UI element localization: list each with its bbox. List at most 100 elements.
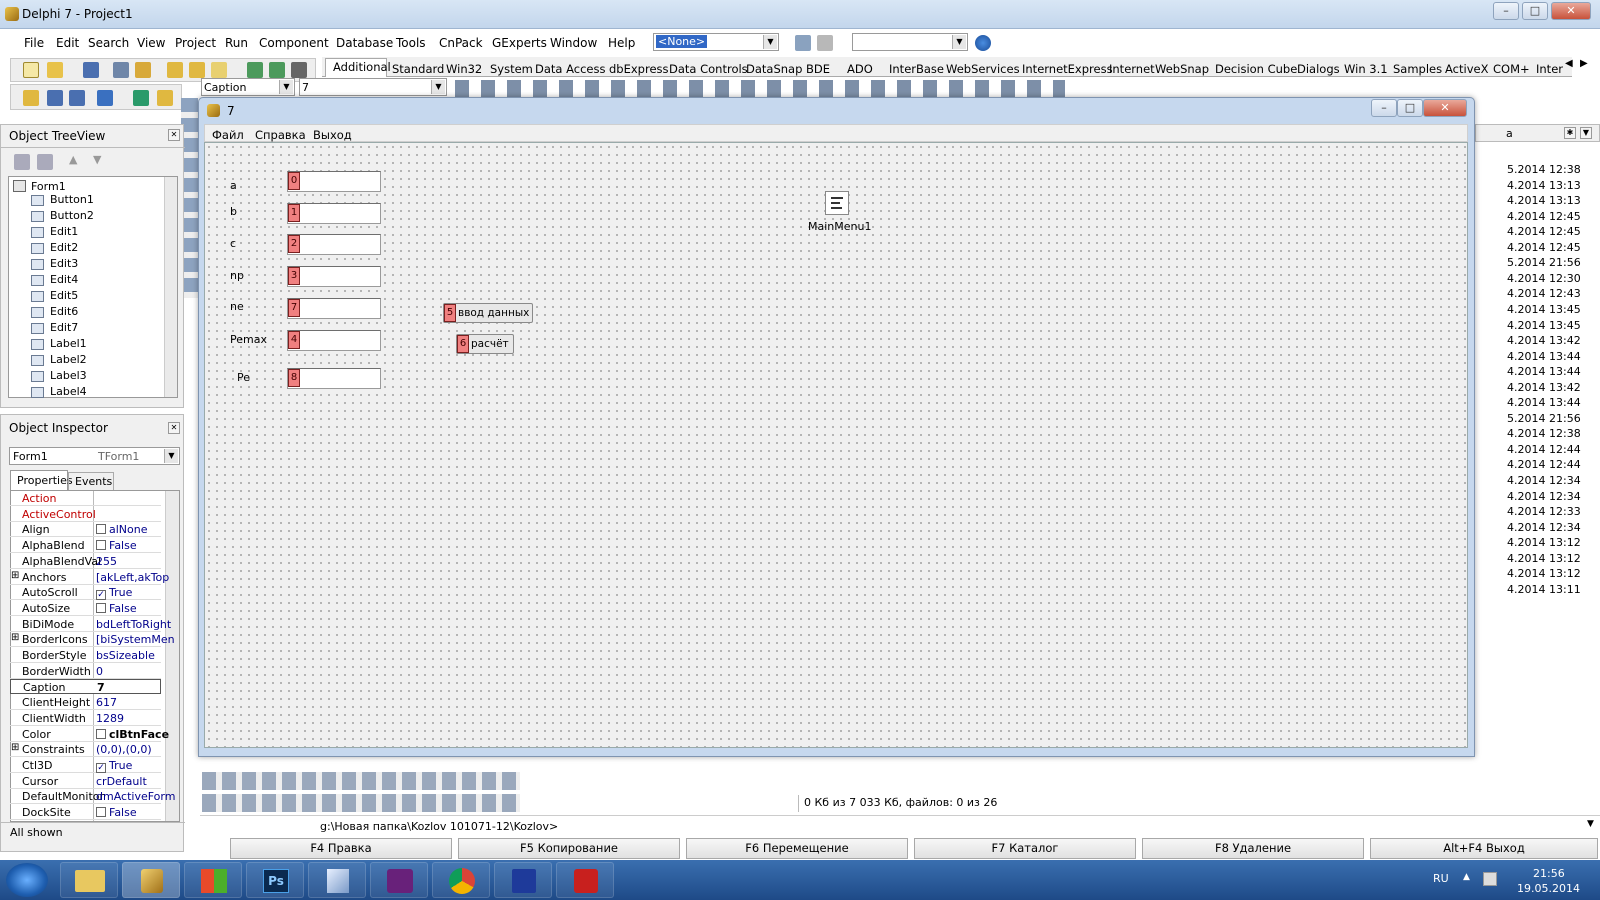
file-timestamp[interactable]: 4.2014 12:33: [1507, 505, 1581, 518]
tree-root-form1[interactable]: Form1: [31, 180, 66, 193]
property-value[interactable]: 0: [96, 665, 103, 678]
property-value[interactable]: False: [96, 539, 137, 552]
add-file-icon[interactable]: [167, 62, 183, 78]
open-project-icon[interactable]: [135, 62, 151, 78]
property-value[interactable]: bdLeftToRight: [96, 618, 171, 631]
taskbar-explorer-icon[interactable]: [60, 862, 118, 898]
run-icon[interactable]: [47, 90, 63, 106]
file-timestamp[interactable]: 5.2014 21:56: [1507, 256, 1581, 269]
property-row[interactable]: AutoSize False: [10, 601, 161, 616]
calculate-button[interactable]: 6 расчёт: [456, 334, 514, 354]
file-timestamp[interactable]: 4.2014 13:12: [1507, 552, 1581, 565]
set-debug-desktop-icon[interactable]: [817, 35, 833, 51]
globe-icon[interactable]: [975, 35, 991, 51]
checkbox-unchecked-icon[interactable]: [96, 602, 106, 613]
file-timestamp[interactable]: 4.2014 13:44: [1507, 365, 1581, 378]
checkbox-unchecked-icon[interactable]: [96, 807, 106, 817]
palette-tab-dbexpress[interactable]: dbExpress: [609, 62, 669, 76]
file-timestamp[interactable]: 4.2014 12:45: [1507, 241, 1581, 254]
menu-project[interactable]: Project: [175, 36, 216, 50]
taskbar-3d-cube-icon[interactable]: [308, 862, 366, 898]
f6-move-button[interactable]: F6 Перемещение: [686, 838, 908, 859]
close-button[interactable]: ✕: [1551, 2, 1591, 20]
taskbar-chrome-icon[interactable]: [432, 862, 490, 898]
tray-device-icon[interactable]: [1483, 872, 1497, 886]
property-row[interactable]: ClientWidth 1289: [10, 711, 161, 726]
tree-item[interactable]: Label2: [50, 353, 87, 366]
arrow-down-icon[interactable]: ▼: [93, 153, 101, 166]
property-value[interactable]: [biSystemMen: [96, 633, 175, 646]
property-row[interactable]: BorderStyle bsSizeable: [10, 648, 161, 663]
property-value[interactable]: (0,0),(0,0): [96, 743, 152, 756]
save-icon[interactable]: [83, 62, 99, 78]
file-timestamp[interactable]: 4.2014 13:11: [1507, 583, 1581, 596]
maximize-button[interactable]: □: [1522, 2, 1548, 20]
menu-gexperts[interactable]: GExperts: [492, 36, 547, 50]
palette-tab-bde[interactable]: BDE: [806, 62, 830, 76]
label-a[interactable]: a: [230, 179, 237, 192]
arrow-up-icon[interactable]: ▲: [69, 153, 77, 166]
language-indicator[interactable]: RU: [1433, 872, 1449, 885]
new-form-icon[interactable]: [23, 90, 39, 106]
property-row[interactable]: AlphaBlend False: [10, 538, 161, 554]
property-row[interactable]: DockSite False: [10, 805, 161, 820]
property-value[interactable]: dmActiveForm: [96, 790, 175, 803]
alignment-palette-row2[interactable]: [202, 794, 520, 812]
palette-tab-additional[interactable]: Additional: [333, 60, 391, 74]
palette-scroll-left-icon[interactable]: ◀: [1565, 58, 1573, 69]
property-row[interactable]: BorderWidth 0: [10, 664, 161, 679]
property-row[interactable]: ActiveControl: [10, 507, 161, 522]
palette-tab-interbase[interactable]: InterBase: [889, 62, 944, 76]
main-menu-component-icon[interactable]: [825, 191, 849, 215]
property-row[interactable]: BiDiMode bdLeftToRight: [10, 617, 171, 632]
tree-item[interactable]: Edit3: [50, 257, 78, 270]
checkbox-checked-icon[interactable]: ✓: [96, 762, 106, 773]
tree-item[interactable]: Label4: [50, 385, 87, 398]
palette-tab-data-controls[interactable]: Data Controls: [669, 62, 748, 76]
tree-item[interactable]: Edit6: [50, 305, 78, 318]
label-np[interactable]: np: [230, 269, 244, 282]
label-pe[interactable]: Pe: [237, 371, 250, 384]
minimize-button[interactable]: –: [1493, 2, 1519, 20]
label-pemax[interactable]: Pemax: [230, 333, 267, 346]
form-maximize-button[interactable]: □: [1397, 99, 1423, 117]
edit2-input[interactable]: 1: [287, 203, 381, 224]
new-icon[interactable]: [23, 62, 39, 78]
expand-plus-icon[interactable]: ⊞: [11, 570, 19, 581]
label-c[interactable]: c: [230, 237, 236, 250]
tree-item[interactable]: Button1: [50, 193, 94, 206]
property-row[interactable]: ⊞ BorderIcons [biSystemMen: [10, 632, 175, 648]
file-timestamp[interactable]: 4.2014 13:12: [1507, 536, 1581, 549]
label-ne[interactable]: ne: [230, 300, 244, 313]
property-value[interactable]: [akLeft,akTop: [96, 571, 169, 584]
delete-item-icon[interactable]: [37, 154, 53, 170]
property-row[interactable]: DefaultMonitor dmActiveForm: [10, 789, 175, 805]
expand-plus-icon[interactable]: ⊞: [11, 742, 19, 753]
property-row[interactable]: ClientHeight 617: [10, 695, 161, 711]
palette-scroll-right-icon[interactable]: ▶: [1580, 58, 1588, 69]
tray-expand-icon[interactable]: ▲: [1463, 872, 1470, 882]
tree-item[interactable]: Edit5: [50, 289, 78, 302]
file-timestamp[interactable]: 4.2014 13:13: [1507, 194, 1581, 207]
trace-into-icon[interactable]: [133, 90, 149, 106]
property-scrollbar[interactable]: [165, 491, 179, 821]
file-timestamp[interactable]: 4.2014 12:44: [1507, 458, 1581, 471]
form-minimize-button[interactable]: –: [1371, 99, 1397, 117]
form-close-button[interactable]: ✕: [1423, 99, 1467, 117]
taskbar-visual-studio-icon[interactable]: [370, 862, 428, 898]
new-item-icon[interactable]: [14, 154, 30, 170]
object-selector-combo[interactable]: Form1 TForm1 ▼: [9, 447, 180, 465]
property-row[interactable]: Caption 7: [10, 679, 161, 695]
desktop-config-combo[interactable]: <None> ▼: [653, 33, 779, 51]
checkbox-unchecked-icon[interactable]: [96, 524, 106, 535]
f7-mkdir-button[interactable]: F7 Каталог: [914, 838, 1136, 859]
help-icon[interactable]: [291, 62, 307, 78]
menu-view[interactable]: View: [137, 36, 165, 50]
property-value[interactable]: 617: [96, 696, 117, 709]
property-value[interactable]: alNone: [96, 523, 148, 536]
palette-tab-websnap[interactable]: WebSnap: [1155, 62, 1209, 76]
close-icon[interactable]: ✕: [168, 129, 180, 141]
checkbox-checked-icon[interactable]: ✓: [96, 590, 106, 601]
file-timestamp[interactable]: 4.2014 12:34: [1507, 521, 1581, 534]
input-data-button[interactable]: 5 ввод данных: [443, 303, 533, 323]
